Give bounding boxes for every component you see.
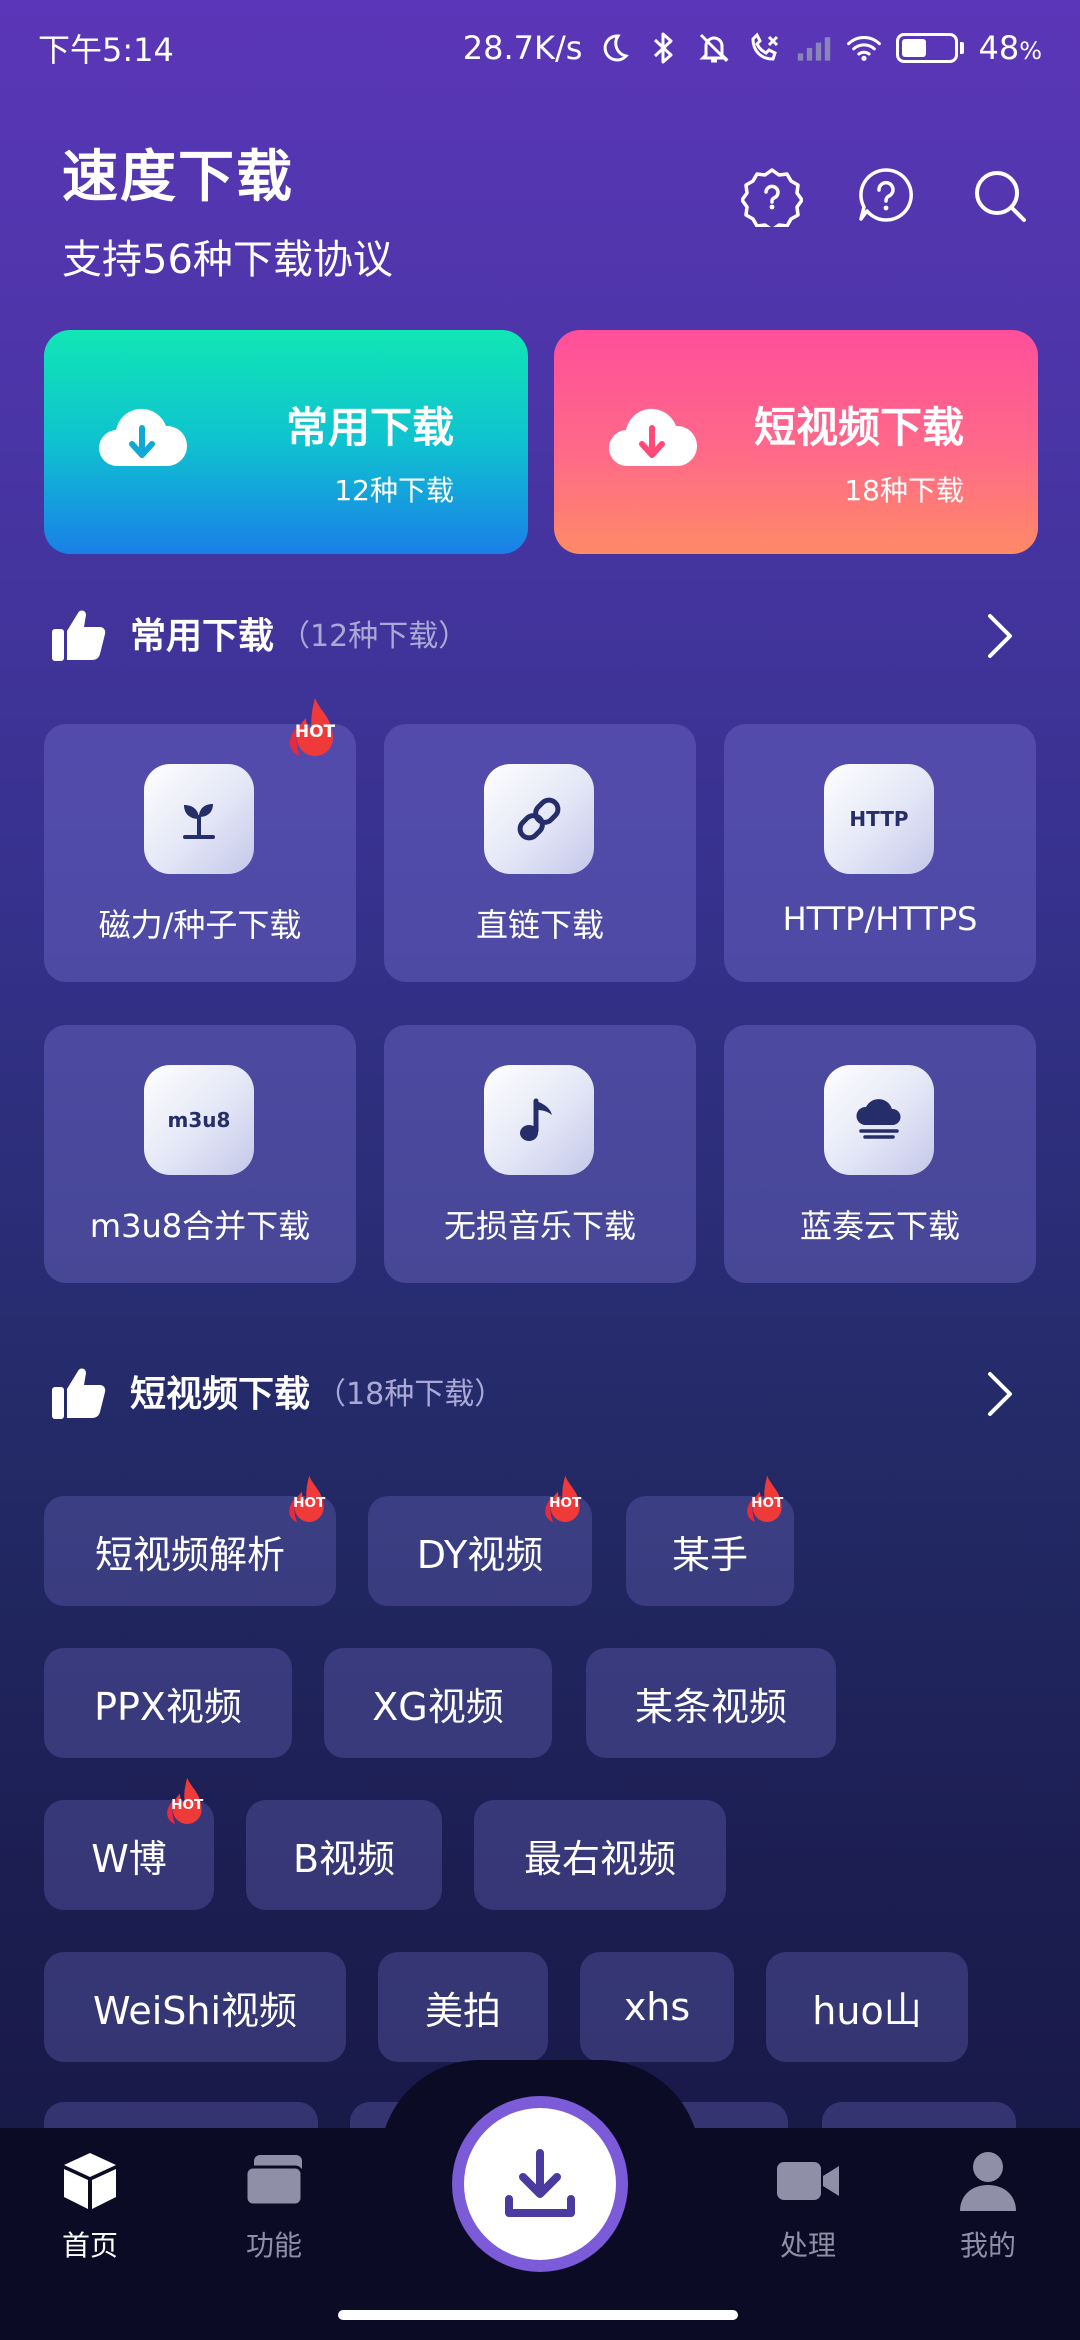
tile-label: 磁力/种子下载 xyxy=(98,906,302,944)
sprout-icon xyxy=(144,764,254,874)
http-icon: HTTP xyxy=(824,764,934,874)
moon-icon xyxy=(596,30,632,66)
page-title: 速度下载 xyxy=(62,145,294,210)
section-common-title: 常用下载 xyxy=(130,616,275,657)
chip-zuiyou-video[interactable]: 最右视频 xyxy=(474,1800,726,1910)
hot-label: HOT xyxy=(549,1494,582,1511)
chip-moutiao-video[interactable]: 某条视频 xyxy=(586,1648,836,1758)
nav-label: 我的 xyxy=(959,2229,1016,2262)
thumbs-up-icon xyxy=(52,610,106,661)
section-common-header[interactable]: 常用下载 （12种下载） xyxy=(50,598,1030,668)
hot-badge: HOT xyxy=(286,1474,332,1533)
common-card-title: 常用下载 xyxy=(285,403,454,452)
hot-badge: HOT xyxy=(286,696,344,770)
link-icon xyxy=(484,764,594,874)
header-actions xyxy=(740,164,1032,228)
chip-xhs[interactable]: xhs xyxy=(580,1952,734,2062)
hot-badge: HOT xyxy=(164,1776,210,1835)
cloud-download-icon xyxy=(98,408,188,467)
short-card-sub: 18种下载 xyxy=(844,474,964,507)
search-icon[interactable] xyxy=(968,164,1032,228)
nav-process[interactable]: 处理 xyxy=(738,2148,878,2264)
section-short-header[interactable]: 短视频下载 （18种下载） xyxy=(50,1356,1030,1426)
cards-icon xyxy=(241,2148,307,2214)
help-icon[interactable] xyxy=(854,164,918,228)
nav-label: 首页 xyxy=(61,2229,118,2262)
tile-lossless-music[interactable]: 无损音乐下载 xyxy=(384,1025,696,1283)
chip-huoshan[interactable]: huo山 xyxy=(766,1952,968,2062)
status-time: 下午5:14 xyxy=(38,31,174,69)
m3u8-icon: m3u8 xyxy=(144,1065,254,1175)
hot-label: HOT xyxy=(293,1494,326,1511)
battery-icon xyxy=(896,33,965,63)
chip-meipai[interactable]: 美拍 xyxy=(378,1952,548,2062)
chevron-right-icon[interactable] xyxy=(980,612,1020,660)
nav-mine[interactable]: 我的 xyxy=(918,2148,1058,2264)
tile-m3u8[interactable]: m3u8 m3u8合并下载 xyxy=(44,1025,356,1283)
settings-icon[interactable] xyxy=(740,164,804,228)
music-note-icon xyxy=(484,1065,594,1175)
call-forward-icon xyxy=(746,30,782,66)
bluetooth-icon xyxy=(646,30,682,66)
common-card-sub: 12种下载 xyxy=(334,474,454,507)
video-camera-icon xyxy=(775,2148,841,2214)
tile-label: 直链下载 xyxy=(475,906,604,944)
page-subtitle: 支持56种下载协议 xyxy=(62,237,393,283)
chip-b-video[interactable]: B视频 xyxy=(246,1800,442,1910)
common-download-card[interactable]: 常用下载 12种下载 xyxy=(44,330,528,554)
tile-http[interactable]: HTTP HTTP/HTTPS xyxy=(724,724,1036,982)
tile-label: 无损音乐下载 xyxy=(443,1207,636,1245)
battery-unit: % xyxy=(1019,37,1042,65)
short-video-card[interactable]: 短视频下载 18种下载 xyxy=(554,330,1038,554)
tile-lanzou-cloud[interactable]: 蓝奏云下载 xyxy=(724,1025,1036,1283)
section-short-count: （18种下载） xyxy=(316,1377,505,1412)
tile-label: HTTP/HTTPS xyxy=(782,900,978,938)
tile-direct-link[interactable]: 直链下载 xyxy=(384,724,696,982)
hot-label: HOT xyxy=(294,722,336,742)
short-card-title: 短视频下载 xyxy=(753,403,964,452)
chip-weishi-video[interactable]: WeiShi视频 xyxy=(44,1952,346,2062)
cloud-download-icon xyxy=(608,408,698,467)
chip-ppx-video[interactable]: PPX视频 xyxy=(44,1648,292,1758)
section-short-title: 短视频下载 xyxy=(130,1374,311,1415)
network-speed: 28.7K/s xyxy=(462,29,583,67)
signal-icon xyxy=(796,30,832,66)
nav-label: 功能 xyxy=(245,2229,302,2262)
chevron-right-icon[interactable] xyxy=(980,1370,1020,1418)
thumbs-up-icon xyxy=(52,1368,106,1419)
status-bar: 下午5:14 28.7K/s 48% xyxy=(0,0,1080,96)
section-common-count: （12种下载） xyxy=(280,619,469,654)
hot-label: HOT xyxy=(171,1796,204,1813)
tile-label: m3u8合并下载 xyxy=(89,1207,311,1245)
hot-badge: HOT xyxy=(744,1474,790,1533)
battery-percent: 48 xyxy=(978,29,1020,67)
app-header: 速度下载 支持56种下载协议 xyxy=(62,132,393,285)
home-indicator[interactable] xyxy=(338,2310,738,2320)
download-fab[interactable] xyxy=(452,2096,628,2272)
nav-functions[interactable]: 功能 xyxy=(204,2148,344,2264)
tile-label: 蓝奏云下载 xyxy=(799,1207,960,1245)
nav-label: 处理 xyxy=(779,2229,836,2262)
battery-fill xyxy=(902,39,927,57)
download-icon xyxy=(505,2149,575,2217)
hot-label: HOT xyxy=(751,1494,784,1511)
cube-icon xyxy=(57,2148,123,2214)
bell-off-icon xyxy=(696,30,732,66)
cloud-icon xyxy=(824,1065,934,1175)
nav-home[interactable]: 首页 xyxy=(20,2148,160,2264)
wifi-icon xyxy=(846,30,882,66)
hot-badge: HOT xyxy=(542,1474,588,1533)
user-icon xyxy=(955,2148,1021,2214)
chip-xg-video[interactable]: XG视频 xyxy=(324,1648,552,1758)
